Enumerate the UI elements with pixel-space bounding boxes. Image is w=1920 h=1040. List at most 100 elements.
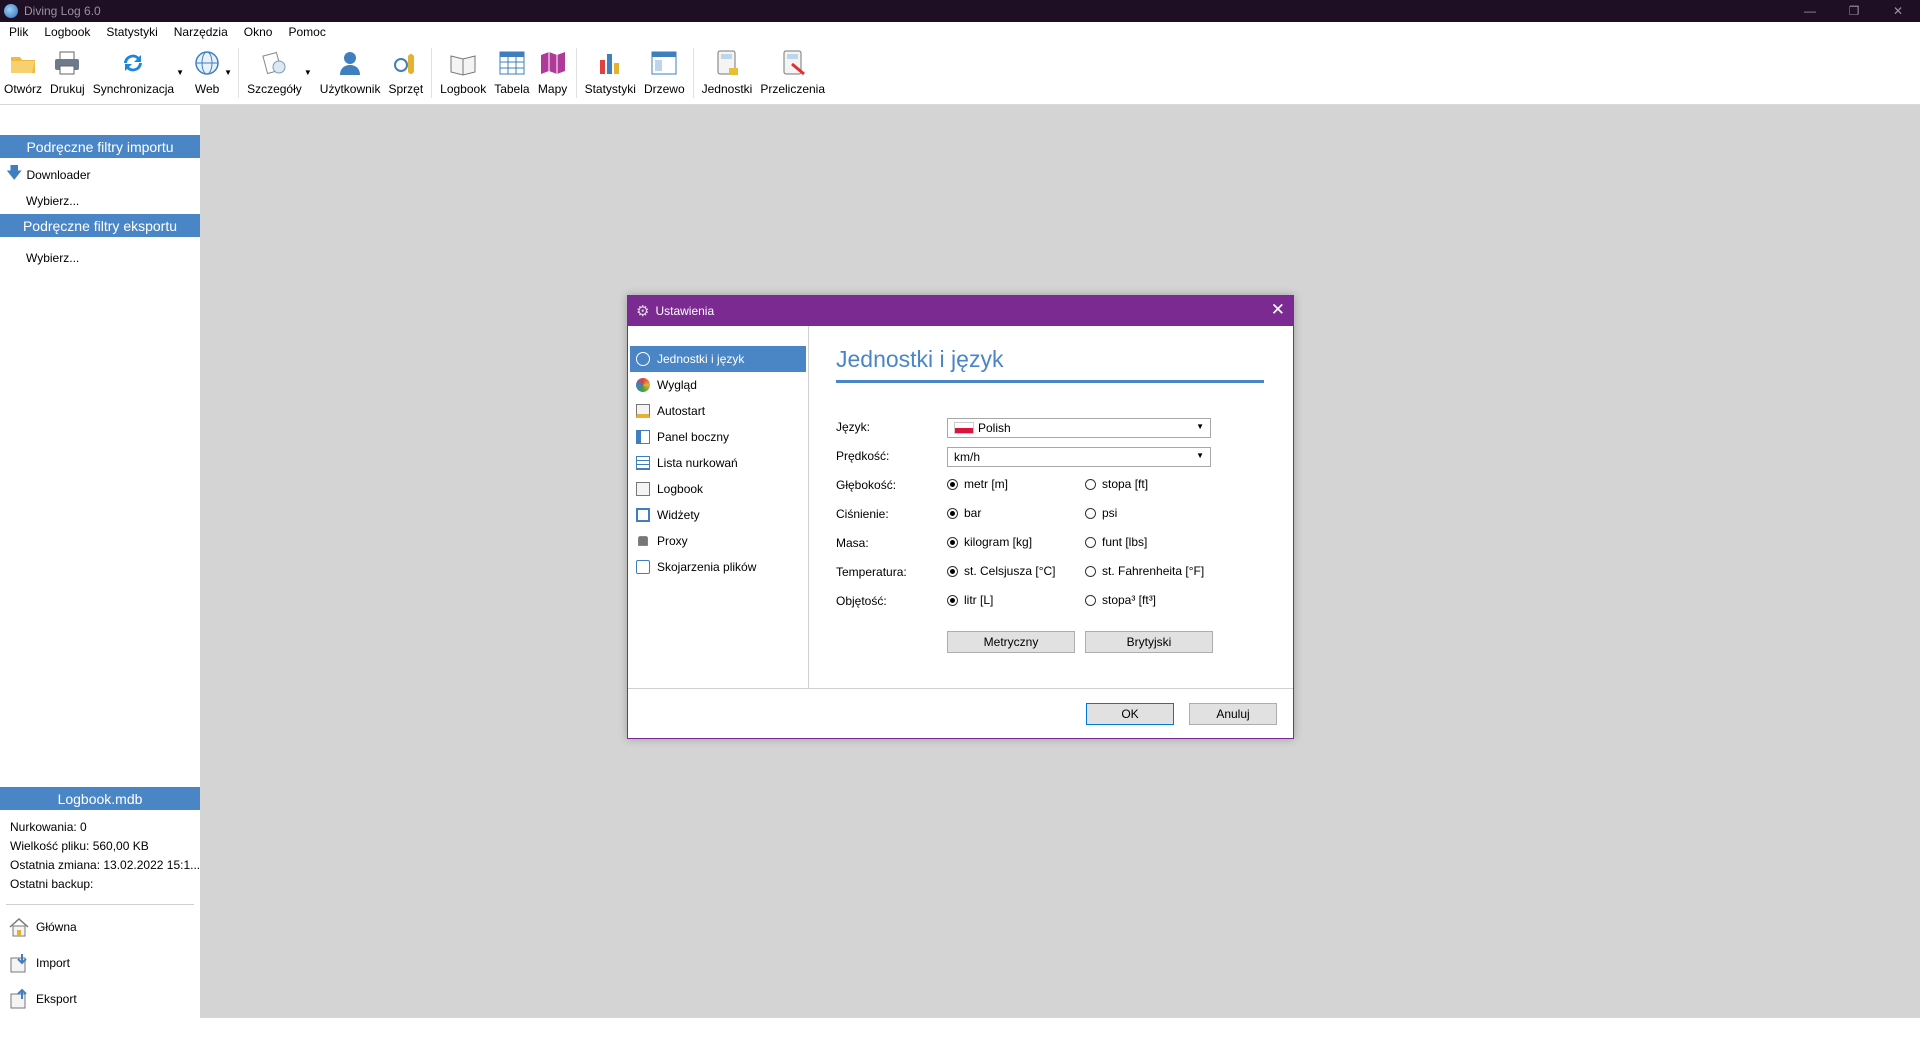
language-select[interactable]: Polish ▼ [947, 418, 1211, 438]
dialog-title: Ustawienia [655, 304, 715, 318]
chevron-down-icon[interactable]: ▼ [176, 68, 184, 77]
status-bar [0, 1018, 1920, 1040]
pressure-psi-radio[interactable]: psi [1085, 506, 1117, 520]
menu-statistics[interactable]: Statystyki [97, 25, 164, 39]
settings-content: Jednostki i język Język: Polish ▼ Prędko… [809, 326, 1293, 688]
nav-dive-list[interactable]: Lista nurkowań [630, 450, 806, 476]
nav-home[interactable]: Główna [0, 909, 200, 945]
nav-side-panel[interactable]: Panel boczny [630, 424, 806, 450]
temperature-label: Temperatura: [836, 565, 907, 579]
print-button[interactable]: Drukuj [46, 42, 89, 96]
last-change: Ostatnia zmiana: 13.02.2022 15:1... [10, 858, 200, 872]
mass-kg-radio[interactable]: kilogram [kg] [947, 535, 1032, 549]
nav-widgets[interactable]: Widżety [630, 502, 806, 528]
downloader-item[interactable]: 🡇 Downloader [0, 162, 200, 188]
logbook-button[interactable]: Logbook [436, 42, 490, 96]
import-filters-header: Podręczne filtry importu [0, 135, 200, 158]
import-choose-link[interactable]: Wybierz... [0, 188, 200, 214]
window-titlebar: Diving Log 6.0 — ❐ ✕ [0, 0, 1920, 22]
pressure-bar-radio[interactable]: bar [947, 506, 981, 520]
section-heading: Jednostki i język [836, 346, 1004, 372]
table-icon [499, 51, 525, 75]
depth-feet-radio[interactable]: stopa [ft] [1085, 477, 1148, 491]
sync-icon [124, 54, 143, 72]
open-button[interactable]: Otwórz [0, 42, 46, 96]
autostart-icon [636, 404, 650, 418]
toolbar-divider [238, 48, 240, 98]
close-icon[interactable]: ✕ [1876, 0, 1920, 22]
window-title: Diving Log 6.0 [24, 4, 101, 18]
chevron-down-icon[interactable]: ▼ [224, 68, 232, 77]
last-backup: Ostatni backup: [10, 877, 94, 891]
arrow-down-icon: 🡇 [6, 164, 23, 182]
palette-icon [636, 378, 650, 392]
heading-underline [836, 380, 1264, 383]
app-logo-icon [4, 4, 18, 18]
nav-proxy[interactable]: Proxy [630, 528, 806, 554]
printer-icon [55, 51, 80, 75]
sidebar: Podręczne filtry importu 🡇 Downloader Wy… [0, 105, 200, 1018]
web-button[interactable]: Web ▼ [188, 42, 232, 96]
details-button[interactable]: Szczegóły ▼ [243, 42, 312, 96]
menu-help[interactable]: Pomoc [279, 25, 332, 39]
tree-view-icon [651, 51, 677, 75]
nav-export[interactable]: Eksport [0, 981, 200, 1017]
toolbar-divider [575, 48, 577, 98]
home-icon [9, 917, 29, 937]
nav-units-language[interactable]: Jednostki i język [630, 346, 806, 372]
chevron-down-icon[interactable]: ▼ [304, 68, 312, 77]
details-icon [262, 51, 286, 75]
dive-tank-icon [393, 54, 414, 74]
calculations-button[interactable]: Przeliczenia [756, 42, 829, 96]
export-icon [10, 988, 27, 1009]
statistics-button[interactable]: Statystyki [581, 42, 640, 96]
restore-icon[interactable]: ❐ [1832, 0, 1876, 22]
ok-button[interactable]: OK [1086, 703, 1174, 725]
volume-liter-radio[interactable]: litr [L] [947, 593, 993, 607]
metric-button[interactable]: Metryczny [947, 631, 1075, 653]
menu-window[interactable]: Okno [235, 25, 280, 39]
nav-logbook[interactable]: Logbook [630, 476, 806, 502]
nav-file-associations[interactable]: Skojarzenia plików [630, 554, 806, 580]
export-choose-link[interactable]: Wybierz... [0, 245, 200, 271]
sidebar-divider [6, 904, 194, 905]
toolbar-divider [692, 48, 694, 98]
export-filters-header: Podręczne filtry eksportu [0, 214, 200, 237]
menu-logbook[interactable]: Logbook [35, 25, 97, 39]
equipment-button[interactable]: Sprzęt [384, 42, 427, 96]
depth-meter-radio[interactable]: metr [m] [947, 477, 1008, 491]
mass-label: Masa: [836, 536, 869, 550]
nav-import[interactable]: Import [0, 945, 200, 981]
poland-flag-icon [954, 422, 974, 434]
temp-celsius-radio[interactable]: st. Celsjusza [°C] [947, 564, 1056, 578]
nav-appearance[interactable]: Wygląd [630, 372, 806, 398]
cancel-button[interactable]: Anuluj [1189, 703, 1277, 725]
dives-count: Nurkowania: 0 [10, 820, 87, 834]
minimize-icon[interactable]: — [1788, 0, 1832, 22]
plug-icon [638, 536, 648, 546]
pressure-label: Ciśnienie: [836, 507, 889, 521]
close-icon[interactable]: ✕ [1271, 300, 1285, 320]
bar-chart-icon [600, 54, 620, 74]
menu-file[interactable]: Plik [0, 25, 35, 39]
volume-cuft-radio[interactable]: stopa³ [ft³] [1085, 593, 1156, 607]
globe-icon [195, 51, 219, 75]
tree-button[interactable]: Drzewo [640, 42, 689, 96]
toolbar: Otwórz Drukuj Synchronizacja ▼ Web ▼ Szc… [0, 42, 1920, 105]
globe-icon [636, 352, 650, 366]
mass-lbs-radio[interactable]: funt [lbs] [1085, 535, 1147, 549]
nav-autostart[interactable]: Autostart [630, 398, 806, 424]
table-button[interactable]: Tabela [490, 42, 533, 96]
gear-icon: ⚙ [636, 303, 650, 320]
menu-tools[interactable]: Narzędzia [165, 25, 235, 39]
imperial-button[interactable]: Brytyjski [1085, 631, 1213, 653]
dialog-titlebar: ⚙ Ustawienia ✕ [628, 296, 1293, 326]
user-button[interactable]: Użytkownik [316, 42, 385, 96]
speed-select[interactable]: km/h ▼ [947, 447, 1211, 467]
temp-fahrenheit-radio[interactable]: st. Fahrenheita [°F] [1085, 564, 1204, 578]
language-label: Język: [836, 420, 871, 434]
maps-button[interactable]: Mapy [534, 42, 572, 96]
units-button[interactable]: Jednostki [698, 42, 757, 96]
volume-label: Objętość: [836, 594, 887, 608]
sync-button[interactable]: Synchronizacja ▼ [89, 42, 184, 96]
